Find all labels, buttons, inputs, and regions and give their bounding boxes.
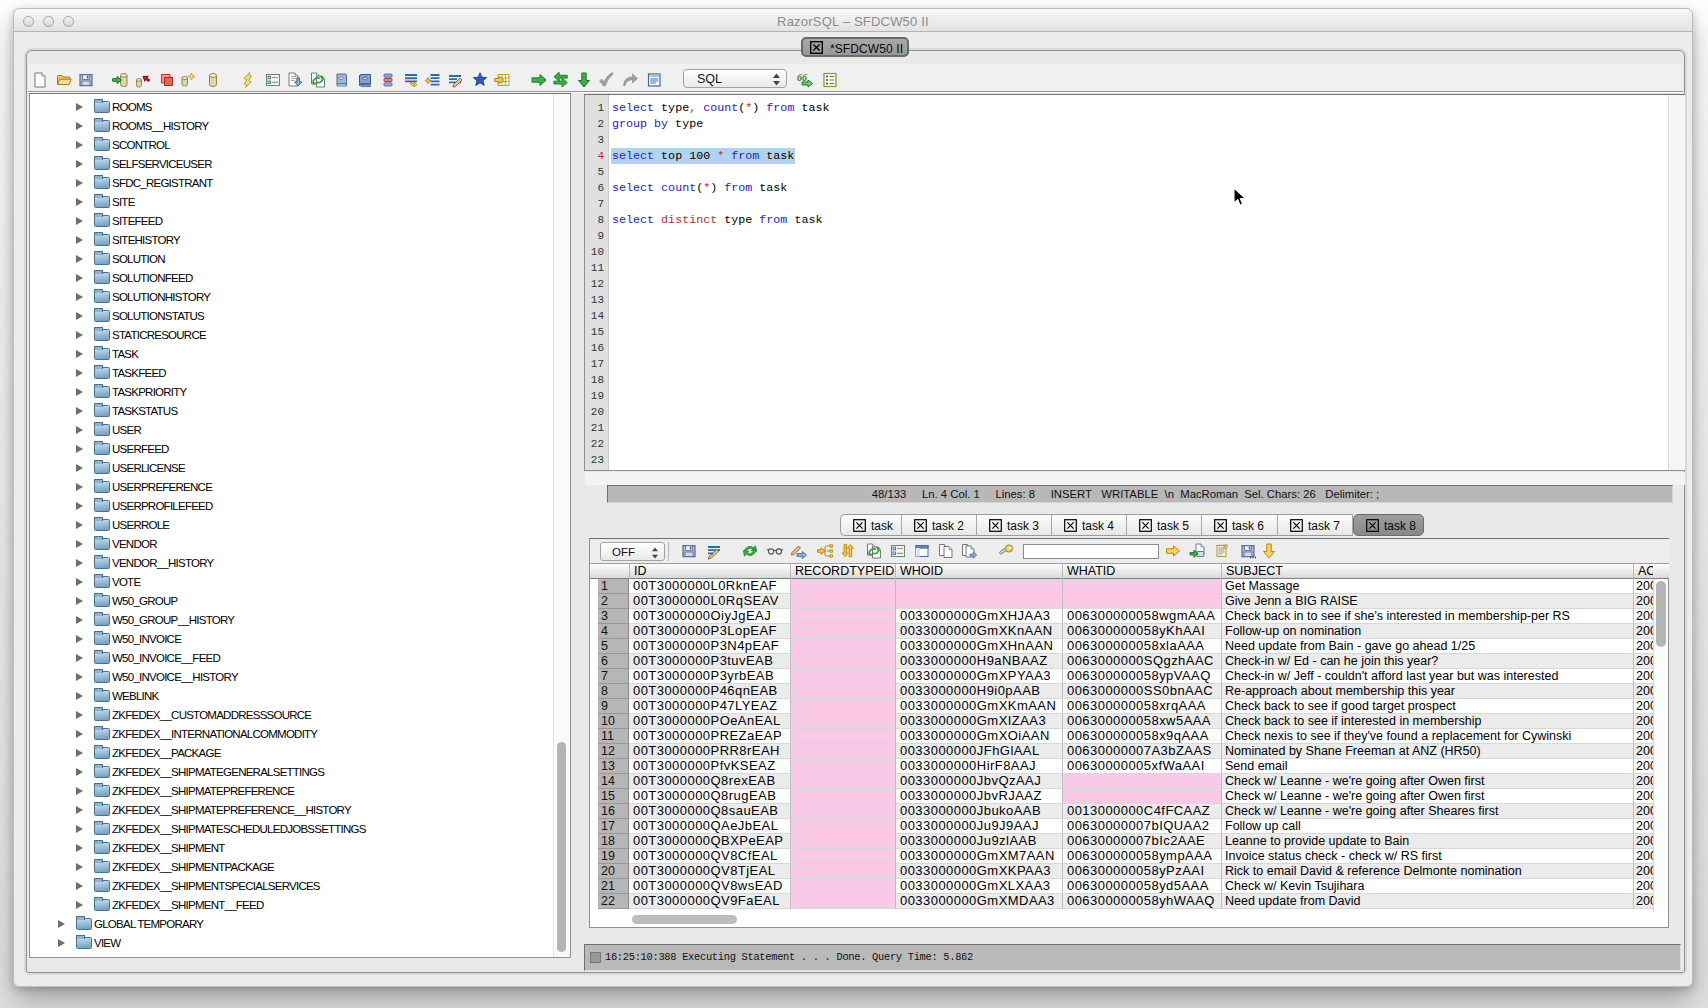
- svg-text:66: 66: [797, 72, 807, 83]
